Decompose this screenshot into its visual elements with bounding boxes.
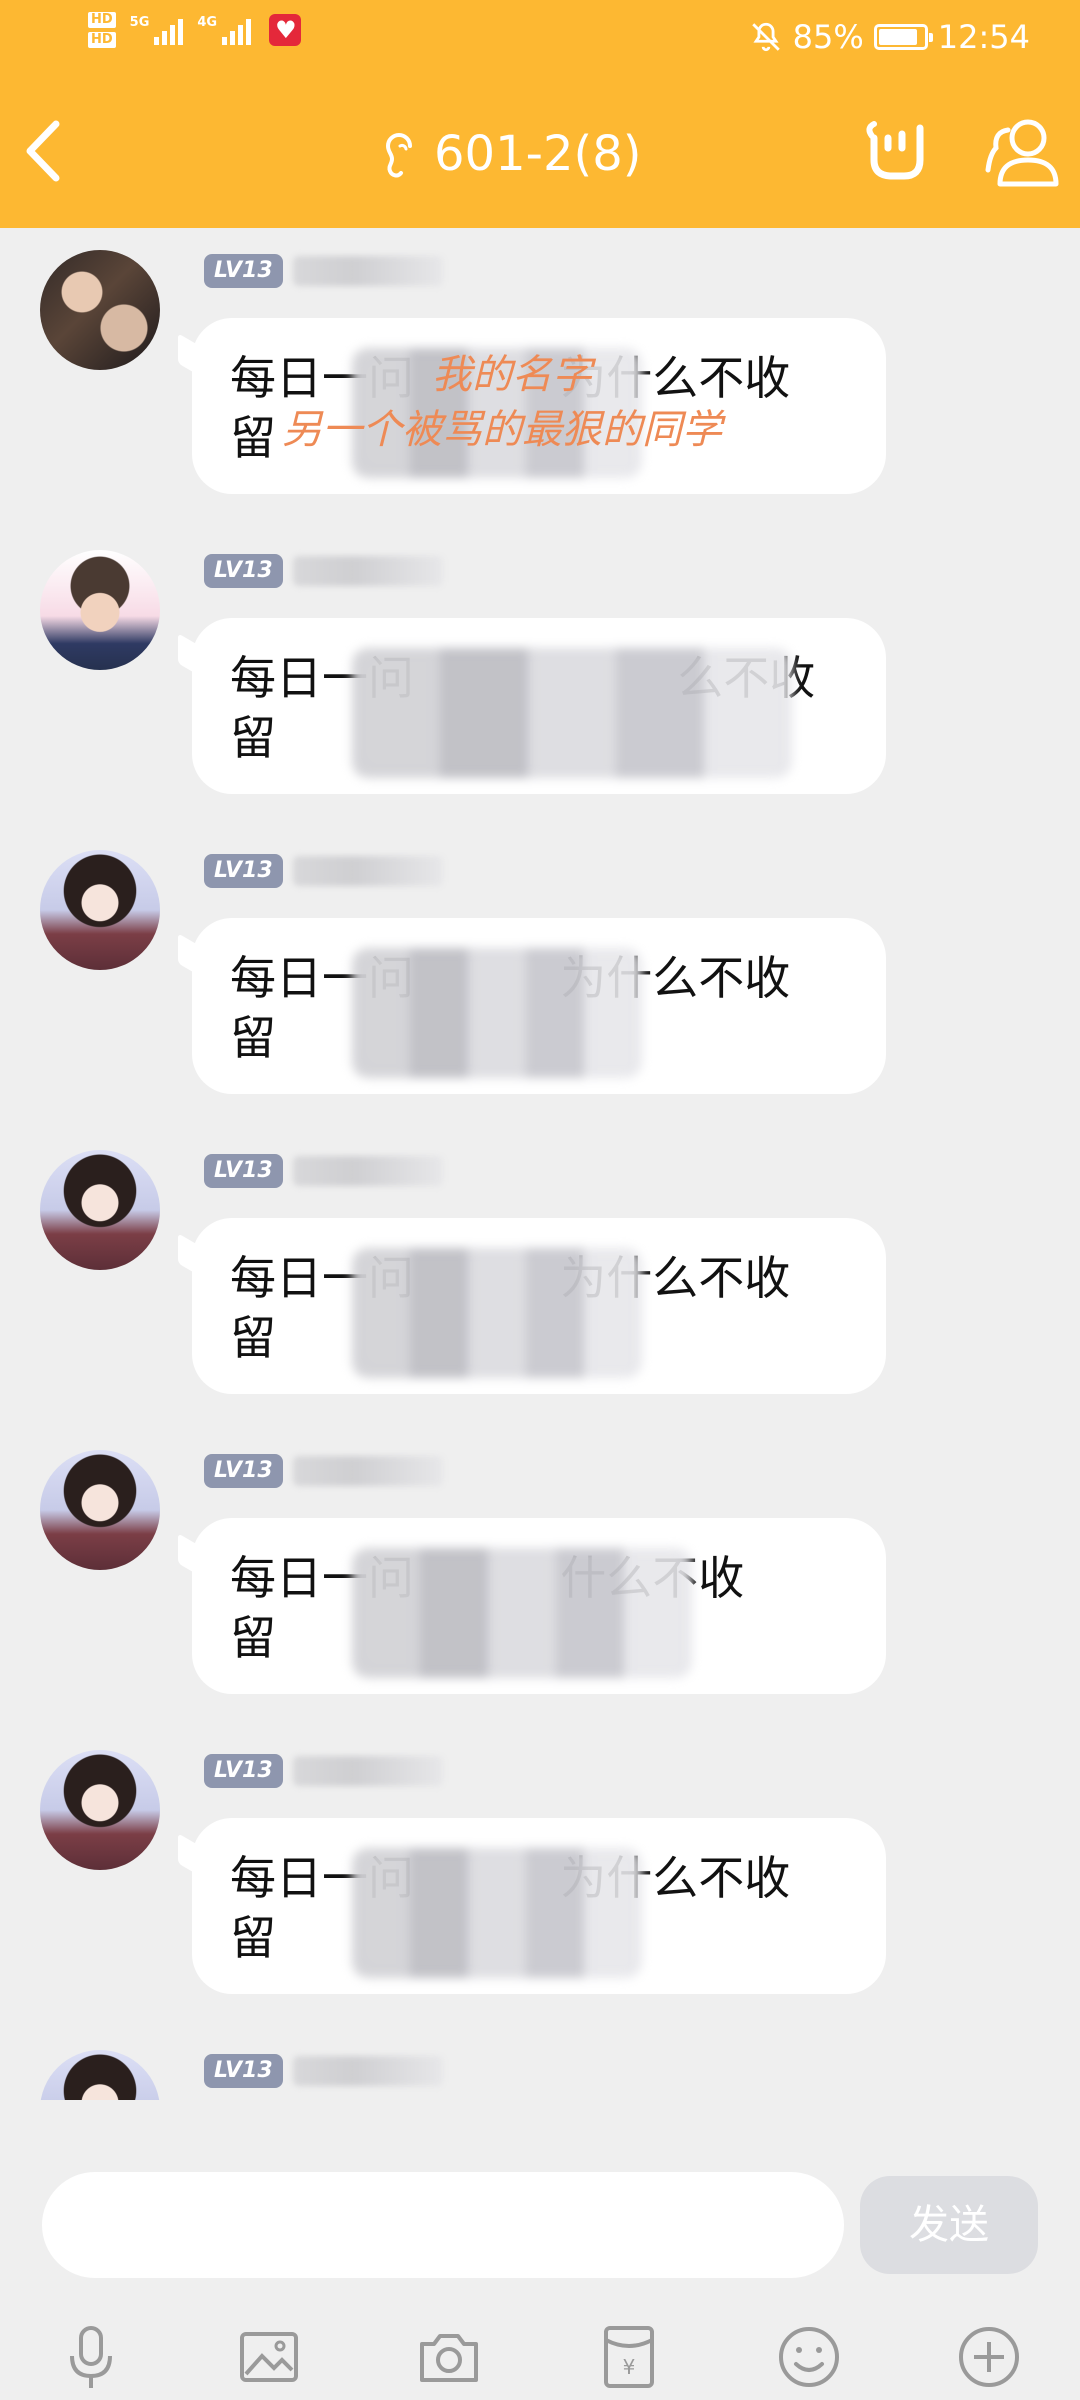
- message-meta: LV13: [204, 854, 443, 888]
- app-notification-icon: [269, 14, 302, 46]
- redaction-overlay: [352, 1848, 642, 1978]
- avatar[interactable]: [40, 1150, 160, 1270]
- message-meta: LV13: [204, 2054, 443, 2088]
- redaction-overlay: [352, 948, 642, 1078]
- app-header: HD HD 5G 4G 85% 12:54: [0, 0, 1080, 228]
- avatar[interactable]: [40, 850, 160, 970]
- message-bubble[interactable]: 每日一问 什么不收 留: [192, 1518, 886, 1694]
- message-bubble[interactable]: 每日一问 么不收 留: [192, 618, 886, 794]
- message-bubble[interactable]: 每日一问 为什么不收 留: [192, 918, 886, 1094]
- page-title: 601-2(8): [434, 126, 642, 182]
- more-button[interactable]: [954, 2322, 1024, 2392]
- level-badge: LV13: [204, 254, 283, 288]
- message-item: LV13: [0, 2028, 1080, 2100]
- message-input[interactable]: [42, 2172, 844, 2278]
- ear-icon: [385, 133, 412, 178]
- annotation-line-1: 我的名字: [432, 352, 597, 398]
- chat-title[interactable]: 601-2(8): [380, 124, 641, 184]
- message-meta: LV13: [204, 554, 443, 588]
- clock: 12:54: [937, 18, 1030, 56]
- redaction-overlay: [352, 1248, 642, 1378]
- status-bar: HD HD 5G 4G 85% 12:54: [0, 0, 1080, 78]
- emoji-icon: [779, 2327, 839, 2387]
- redaction-overlay: [352, 1548, 692, 1678]
- message-meta: LV13: [204, 254, 443, 288]
- status-left: HD HD 5G 4G: [88, 12, 302, 48]
- battery-icon: [873, 24, 933, 50]
- sender-name-redacted: [292, 1156, 443, 1186]
- message-item: LV13 每日一问 什么不收 留: [0, 1428, 1080, 1708]
- nav-bar: 601-2(8): [0, 78, 1080, 228]
- message-item: LV13 每日一问 为什么不收 留: [0, 1728, 1080, 2008]
- redaction-overlay: [352, 648, 792, 778]
- status-right: 85% 12:54: [749, 18, 1030, 56]
- voice-button[interactable]: [56, 2322, 126, 2392]
- message-bubble[interactable]: 每日一问 为什么不收 留 我的名字 另一个被骂的最狠的同学: [192, 318, 886, 494]
- camera-icon: [420, 2334, 478, 2382]
- message-meta: LV13: [204, 1754, 443, 1788]
- sender-name-redacted: [292, 856, 443, 886]
- image-button[interactable]: [234, 2322, 304, 2392]
- signal-5g-icon: 5G: [130, 15, 184, 45]
- message-item: LV13 每日一问 么不收 留: [0, 528, 1080, 808]
- send-button[interactable]: 发送: [860, 2176, 1038, 2274]
- camera-button[interactable]: [414, 2322, 484, 2392]
- hd-indicator: HD HD: [88, 12, 116, 48]
- signal-4g-icon: 4G: [197, 15, 252, 45]
- svg-text:¥: ¥: [623, 2355, 636, 2379]
- handwritten-annotation: 我的名字 另一个被骂的最狠的同学: [282, 352, 726, 453]
- message-list[interactable]: LV13 每日一问 为什么不收 留 我的名字 另一个被骂的最狠的同学 LV13 …: [0, 228, 1080, 2100]
- red-packet-button[interactable]: ¥: [594, 2322, 664, 2392]
- back-button[interactable]: [16, 116, 76, 186]
- message-bubble[interactable]: 每日一问 为什么不收 留: [192, 1218, 886, 1394]
- red-packet-icon: ¥: [604, 2326, 654, 2388]
- bell-off-icon: [751, 22, 780, 52]
- level-badge: LV13: [204, 1754, 283, 1788]
- avatar[interactable]: [40, 1750, 160, 1870]
- emoji-button[interactable]: [774, 2322, 844, 2392]
- input-bar: 发送 ¥: [0, 2100, 1080, 2400]
- image-icon: [240, 2332, 298, 2382]
- gesture-button[interactable]: [862, 108, 932, 188]
- net-label-4g: 4G: [197, 15, 218, 30]
- battery-percent: 85%: [792, 18, 864, 56]
- group-icon: [985, 119, 1059, 187]
- mic-icon: [70, 2326, 112, 2388]
- avatar[interactable]: [40, 550, 160, 670]
- sender-name-redacted: [292, 1456, 443, 1486]
- sender-name-redacted: [292, 1756, 443, 1786]
- annotation-line-2: 另一个被骂的最狠的同学: [282, 407, 726, 453]
- sender-name-redacted: [292, 556, 443, 586]
- hd-label-1: HD: [88, 12, 116, 28]
- message-bubble[interactable]: 每日一问 为什么不收 留: [192, 1818, 886, 1994]
- avatar[interactable]: [40, 250, 160, 370]
- net-label-5g: 5G: [129, 15, 150, 30]
- sender-name-redacted: [292, 2056, 443, 2086]
- hd-label-2: HD: [88, 32, 116, 48]
- plus-icon: [959, 2327, 1019, 2387]
- level-badge: LV13: [204, 854, 283, 888]
- avatar[interactable]: [40, 1450, 160, 1570]
- level-badge: LV13: [204, 554, 283, 588]
- hand-gesture-icon: [866, 121, 924, 180]
- toolbar: ¥: [0, 2322, 1080, 2400]
- level-badge: LV13: [204, 2054, 283, 2088]
- avatar[interactable]: [40, 2050, 160, 2100]
- message-item: LV13 每日一问 为什么不收 留: [0, 1128, 1080, 1408]
- level-badge: LV13: [204, 1454, 283, 1488]
- sender-name-redacted: [292, 256, 443, 286]
- message-item: LV13 每日一问 为什么不收 留 我的名字 另一个被骂的最狠的同学: [0, 228, 1080, 508]
- group-members-button[interactable]: [978, 108, 1068, 198]
- level-badge: LV13: [204, 1154, 283, 1188]
- chevron-left-icon: [26, 120, 60, 182]
- message-meta: LV13: [204, 1454, 443, 1488]
- message-item: LV13 每日一问 为什么不收 留: [0, 828, 1080, 1108]
- message-meta: LV13: [204, 1154, 443, 1188]
